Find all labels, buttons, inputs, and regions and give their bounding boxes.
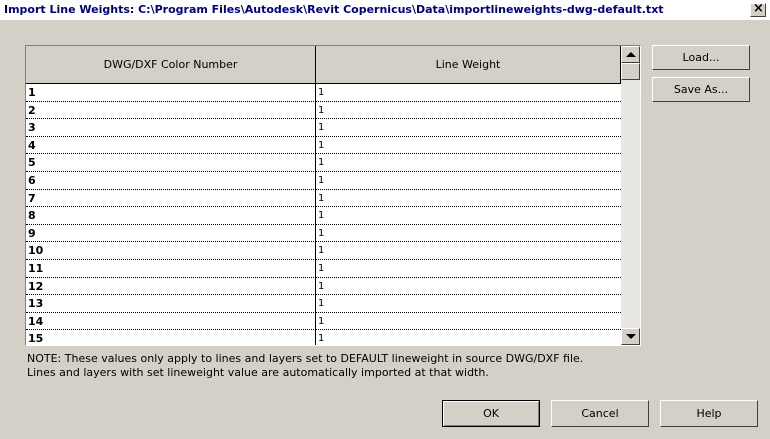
scroll-thumb[interactable] (621, 63, 640, 80)
close-icon: × (753, 1, 764, 16)
table-row[interactable]: 61 (26, 171, 621, 190)
color-number-cell: 2 (26, 101, 316, 120)
color-number-cell: 8 (26, 207, 316, 225)
color-number-cell: 7 (26, 189, 316, 208)
table-row[interactable]: 13 1 (26, 295, 621, 313)
color-number-cell: 13 (26, 295, 316, 313)
line-weight-cell[interactable]: 1 (316, 242, 621, 260)
line-weights-grid[interactable]: DWG/DXF Color Number Line Weight 1121314… (25, 45, 641, 346)
title-bar: Import Line Weights: C:\Program Files\Au… (0, 0, 770, 20)
note-line-2: Lines and layers with set lineweight val… (27, 366, 489, 379)
grid-rows: 11213141516171819110111112113114115116 (26, 84, 621, 345)
color-number-cell: 12 (26, 277, 316, 296)
line-weight-cell[interactable]: 1 (316, 190, 621, 208)
line-weight-cell[interactable]: 1 (316, 330, 621, 345)
line-weight-cell[interactable]: 1 (316, 225, 621, 243)
table-row[interactable]: 91 (26, 224, 621, 243)
save-as-button[interactable]: Save As... (652, 77, 750, 102)
line-weight-cell[interactable]: 1 (316, 137, 621, 155)
close-button[interactable]: × (750, 1, 766, 17)
help-button[interactable]: Help (660, 400, 758, 427)
color-number-cell: 6 (26, 171, 316, 190)
arrow-up-icon (626, 52, 636, 57)
line-weight-cell[interactable]: 1 (316, 313, 621, 331)
line-weight-cell[interactable]: 1 (316, 154, 621, 172)
color-number-cell: 5 (26, 154, 316, 172)
window-title: Import Line Weights: C:\Program Files\Au… (4, 3, 664, 16)
table-row[interactable]: 11 (26, 84, 621, 102)
color-number-cell: 3 (26, 119, 316, 137)
color-number-cell: 15 (26, 330, 316, 345)
table-row[interactable]: 81 (26, 207, 621, 225)
cancel-button[interactable]: Cancel (551, 400, 649, 427)
line-weight-cell[interactable]: 1 (316, 172, 621, 190)
color-number-cell: 10 (26, 242, 316, 260)
table-row[interactable]: 31 (26, 119, 621, 137)
color-number-cell: 4 (26, 136, 316, 155)
color-number-cell: 1 (26, 84, 316, 102)
line-weight-cell[interactable]: 1 (316, 260, 621, 278)
line-weight-cell[interactable]: 1 (316, 207, 621, 225)
column-header-line-weight[interactable]: Line Weight (316, 46, 621, 84)
table-row[interactable]: 10 1 (26, 242, 621, 260)
note-text: NOTE: These values only apply to lines a… (27, 352, 583, 380)
line-weight-cell[interactable]: 1 (316, 119, 621, 137)
color-number-cell: 14 (26, 312, 316, 331)
table-row[interactable]: 71 (26, 189, 621, 208)
scroll-down-button[interactable] (621, 328, 640, 345)
vertical-scrollbar[interactable] (621, 46, 640, 345)
line-weight-cell[interactable]: 1 (316, 295, 621, 313)
column-header-color-number[interactable]: DWG/DXF Color Number (26, 46, 316, 84)
line-weight-cell[interactable]: 1 (316, 278, 621, 296)
ok-button[interactable]: OK (442, 400, 540, 427)
table-row[interactable]: 51 (26, 154, 621, 172)
table-row[interactable]: 11 1 (26, 259, 621, 278)
line-weight-cell[interactable]: 1 (316, 84, 621, 102)
table-row[interactable]: 14 1 (26, 312, 621, 331)
load-button[interactable]: Load... (652, 45, 750, 70)
table-row[interactable]: 21 (26, 101, 621, 120)
table-row[interactable]: 15 1 (26, 330, 621, 345)
line-weight-cell[interactable]: 1 (316, 102, 621, 120)
note-line-1: NOTE: These values only apply to lines a… (27, 352, 584, 365)
table-row[interactable]: 41 (26, 136, 621, 155)
table-row[interactable]: 12 1 (26, 277, 621, 296)
arrow-down-icon (626, 334, 636, 339)
scroll-up-button[interactable] (621, 46, 640, 63)
color-number-cell: 11 (26, 259, 316, 278)
color-number-cell: 9 (26, 224, 316, 243)
